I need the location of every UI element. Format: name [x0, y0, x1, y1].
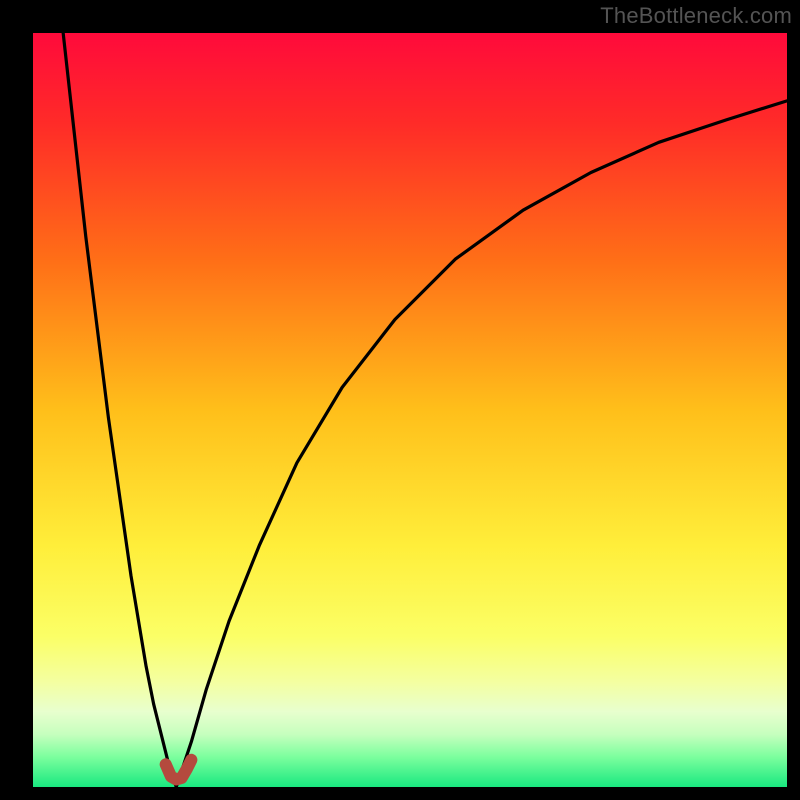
chart-frame: TheBottleneck.com: [0, 0, 800, 800]
min-marker: [166, 760, 192, 780]
plot-area: [33, 33, 787, 787]
curve-right-branch: [176, 101, 787, 787]
watermark-text: TheBottleneck.com: [600, 3, 792, 29]
curve-left-branch: [63, 33, 176, 787]
curve-layer: [33, 33, 787, 787]
